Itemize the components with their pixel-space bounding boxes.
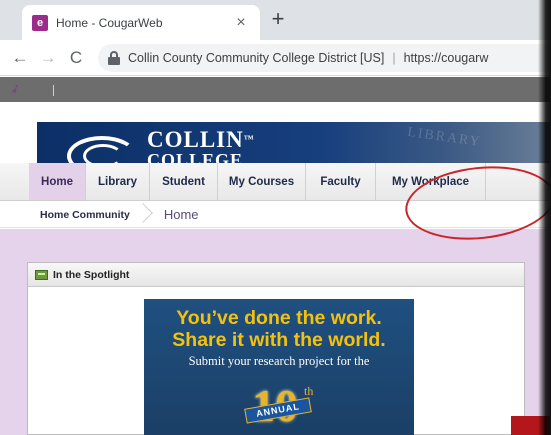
promo-headline-1: You’ve done the work.: [176, 307, 382, 329]
edge-shadow: [538, 0, 551, 435]
close-icon[interactable]: ×: [232, 14, 250, 32]
bookmarks-divider: [53, 85, 54, 96]
nav-item-library[interactable]: Library: [86, 163, 150, 200]
nav-item-student[interactable]: Student: [150, 163, 218, 200]
breadcrumb-community[interactable]: Home Community: [40, 209, 130, 221]
nav-item-my-courses[interactable]: My Courses: [218, 163, 306, 200]
forward-button[interactable]: →: [36, 46, 60, 70]
reload-button[interactable]: C: [64, 46, 88, 70]
new-tab-button[interactable]: +: [266, 8, 290, 32]
spotlight-panel: In the Spotlight You’ve done the work. S…: [27, 262, 525, 435]
site-identity: Collin County Community College District…: [128, 50, 385, 65]
college-banner[interactable]: COLLIN™ COLLEGE LIBRARY: [37, 122, 551, 163]
spotlight-title: In the Spotlight: [53, 268, 130, 281]
chevron-right-icon: [138, 202, 150, 228]
browser-tab[interactable]: e Home - CougarWeb ×: [22, 5, 260, 40]
nav-item-faculty[interactable]: Faculty: [306, 163, 376, 200]
portlet-icon: [35, 269, 48, 280]
address-separator: |: [392, 50, 396, 65]
bookmarks-bar: ➶: [0, 77, 551, 102]
tab-title: Home - CougarWeb: [56, 15, 163, 30]
promo-subtext: Submit your research project for the: [188, 354, 370, 368]
browser-tabstrip: e Home - CougarWeb × +: [0, 0, 551, 40]
lock-icon: [108, 50, 120, 65]
address-url: https://cougarw: [403, 50, 489, 65]
back-button[interactable]: ←: [8, 46, 32, 70]
favicon-icon: e: [32, 14, 48, 31]
nav-item-home[interactable]: Home: [29, 163, 86, 200]
logo-swoosh-inner-icon: [83, 144, 123, 163]
spotlight-header: In the Spotlight: [28, 263, 524, 287]
address-bar[interactable]: Collin County Community College District…: [98, 43, 551, 72]
bookmark-app-icon[interactable]: ➶: [8, 80, 24, 99]
screenshot-root: e Home - CougarWeb × + ← → C Collin Coun…: [0, 0, 551, 435]
breadcrumb-current: Home: [163, 207, 199, 222]
promo-banner[interactable]: You’ve done the work. Share it with the …: [144, 299, 414, 435]
promo-headline-2: Share it with the world.: [172, 329, 386, 351]
browser-toolbar: ← → C Collin County Community College Di…: [0, 40, 551, 76]
banner-watermark: LIBRARY: [406, 124, 483, 151]
logo-text: COLLIN™: [147, 127, 255, 152]
logo-subtext: COLLEGE: [147, 150, 244, 163]
